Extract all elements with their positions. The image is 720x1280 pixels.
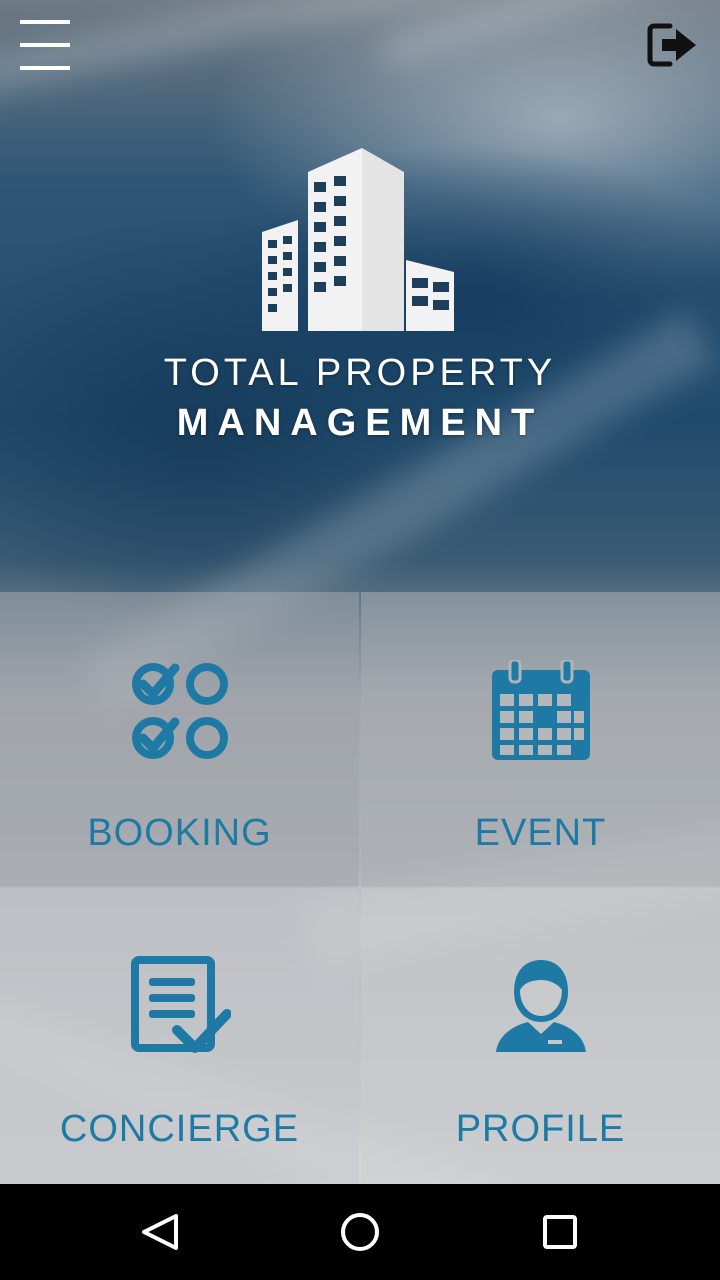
event-label: EVENT <box>474 812 607 854</box>
recent-apps-square-icon[interactable] <box>530 1202 590 1262</box>
booking-label: BOOKING <box>87 812 272 854</box>
tile-divider-horizontal <box>0 886 720 888</box>
concierge-label: CONCIERGE <box>59 1108 300 1150</box>
tile-divider-vertical <box>359 592 361 1184</box>
event-tile[interactable]: EVENT <box>361 592 720 887</box>
hamburger-menu-icon[interactable] <box>20 20 70 70</box>
booking-tile[interactable]: BOOKING <box>0 592 359 887</box>
home-circle-icon[interactable] <box>330 1202 390 1262</box>
buildings-logo <box>258 148 458 334</box>
document-check-icon <box>129 956 232 1058</box>
checklist-circles-icon <box>129 660 231 762</box>
system-navigation-bar <box>0 1184 720 1280</box>
concierge-tile[interactable]: CONCIERGE <box>0 888 359 1183</box>
logout-icon[interactable] <box>646 22 700 68</box>
calendar-icon <box>490 658 592 762</box>
user-avatar-icon <box>490 956 592 1058</box>
brand-title-line1: TOTAL PROPERTY <box>163 352 557 394</box>
profile-label: PROFILE <box>455 1108 626 1150</box>
brand-title-line2: MANAGEMENT <box>176 402 544 444</box>
back-triangle-icon[interactable] <box>130 1202 190 1262</box>
profile-tile[interactable]: PROFILE <box>361 888 720 1183</box>
